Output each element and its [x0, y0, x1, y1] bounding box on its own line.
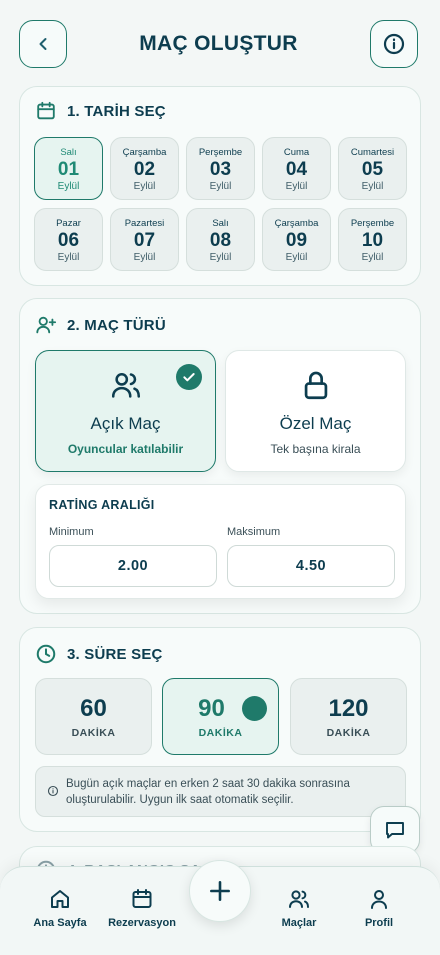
- date-month: Eylül: [209, 252, 232, 263]
- date-day-number: 01: [57, 159, 80, 180]
- date-day-name: Pazar: [56, 218, 81, 229]
- date-option-9[interactable]: Çarşamba 09 Eylül: [262, 208, 331, 271]
- nav-label: Maçlar: [281, 917, 317, 929]
- rating-max-label: Maksimum: [227, 526, 281, 538]
- nav-label: Ana Sayfa: [33, 917, 87, 929]
- date-option-10[interactable]: Perşembe 10 Eylül: [338, 208, 407, 271]
- duration-unit: DAKİKA: [71, 727, 116, 739]
- open-match-option[interactable]: Açık Maç Oyuncular katılabilir: [35, 350, 216, 472]
- duration-option-60[interactable]: 60 DAKİKA: [35, 678, 152, 755]
- date-option-5[interactable]: Cumartesi 05 Eylül: [338, 137, 407, 200]
- nav-home[interactable]: Ana Sayfa: [20, 887, 100, 929]
- duration-section-header: 3. SÜRE SEÇ: [35, 643, 163, 665]
- match-type-section-title: 2. MAÇ TÜRÜ: [67, 316, 166, 334]
- date-month: Eylül: [133, 252, 156, 263]
- date-day-number: 08: [209, 230, 232, 251]
- date-day-number: 06: [57, 230, 80, 251]
- date-section-title: 1. TARİH SEÇ: [67, 102, 166, 120]
- create-fab-button[interactable]: [189, 860, 251, 922]
- nav-label: Rezervasyon: [108, 917, 176, 929]
- date-month: Eylül: [285, 252, 308, 263]
- calendar-icon: [132, 889, 152, 908]
- date-day-name: Çarşamba: [122, 147, 167, 158]
- user-plus-icon: [36, 316, 57, 334]
- date-day-name: Perşembe: [198, 147, 243, 158]
- option-subtitle: Oyuncular katılabilir: [67, 442, 184, 456]
- date-option-8[interactable]: Salı 08 Eylül: [186, 208, 255, 271]
- duration-notice: Bugün açık maçlar en erken 2 saat 30 dak…: [35, 766, 406, 817]
- date-day-name: Salı: [212, 218, 229, 229]
- date-option-1[interactable]: Salı 01 Eylül: [34, 137, 103, 200]
- option-subtitle: Tek başına kirala: [270, 442, 361, 456]
- date-day-number: 10: [361, 230, 384, 251]
- date-option-7[interactable]: Pazartesi 07 Eylül: [110, 208, 179, 271]
- date-month: Eylül: [209, 181, 232, 192]
- duration-unit: DAKİKA: [326, 727, 371, 739]
- date-option-6[interactable]: Pazar 06 Eylül: [34, 208, 103, 271]
- info-icon: [383, 33, 405, 55]
- date-month: Eylül: [57, 181, 80, 192]
- nav-matches[interactable]: Maçlar: [259, 887, 339, 929]
- date-section: 1. TARİH SEÇ Salı 01 Eylül Çarşamba 02 E…: [19, 86, 421, 286]
- option-name: Açık Maç: [90, 414, 161, 433]
- date-day-name: Perşembe: [350, 218, 395, 229]
- date-month: Eylül: [361, 252, 384, 263]
- duration-section-title: 3. SÜRE SEÇ: [67, 645, 163, 663]
- chat-bubble-icon: [386, 822, 404, 839]
- home-icon: [51, 890, 69, 908]
- match-type-section: 2. MAÇ TÜRÜ Açık Maç Oyuncular katılabil…: [19, 298, 421, 614]
- date-day-name: Cumartesi: [350, 147, 395, 158]
- selected-dot-icon: [242, 696, 267, 721]
- page-title: MAÇ OLUŞTUR: [139, 32, 298, 55]
- rating-min-input[interactable]: 2.00: [49, 545, 217, 587]
- nav-label: Profil: [364, 917, 394, 929]
- date-day-number: 05: [361, 159, 384, 180]
- rating-min-label: Minimum: [49, 526, 94, 538]
- duration-value: 60: [80, 695, 107, 722]
- date-month: Eylül: [361, 181, 384, 192]
- date-day-name: Cuma: [283, 147, 310, 158]
- duration-unit: DAKİKA: [198, 727, 243, 739]
- plus-icon: [210, 881, 230, 901]
- date-day-number: 02: [133, 159, 156, 180]
- notice-text: Bugün açık maçlar en erken 2 saat 30 dak…: [66, 778, 350, 806]
- clock-icon: [36, 644, 56, 664]
- date-option-2[interactable]: Çarşamba 02 Eylül: [110, 137, 179, 200]
- private-match-option[interactable]: Özel Maç Tek başına kirala: [225, 350, 406, 472]
- date-month: Eylül: [285, 181, 308, 192]
- date-day-name: Pazartesi: [124, 218, 165, 229]
- info-button[interactable]: [370, 20, 418, 68]
- duration-option-120[interactable]: 120 DAKİKA: [290, 678, 407, 755]
- rating-max-input[interactable]: 4.50: [227, 545, 395, 587]
- nav-profile[interactable]: Profil: [339, 887, 419, 929]
- date-day-name: Salı: [60, 147, 77, 158]
- rating-range-title: RATİNG ARALIĞI: [49, 498, 155, 512]
- users-icon: [111, 372, 140, 398]
- info-icon: [47, 785, 59, 797]
- calendar-icon: [37, 101, 55, 120]
- date-day-number: 04: [285, 159, 308, 180]
- user-icon: [371, 890, 387, 909]
- duration-option-90[interactable]: 90 DAKİKA: [162, 678, 279, 755]
- date-day-number: 07: [133, 230, 156, 251]
- match-type-section-header: 2. MAÇ TÜRÜ: [35, 314, 166, 336]
- date-day-number: 03: [209, 159, 232, 180]
- date-day-name: Çarşamba: [274, 218, 319, 229]
- date-day-number: 09: [285, 230, 308, 251]
- duration-value: 120: [328, 695, 369, 722]
- date-section-header: 1. TARİH SEÇ: [35, 100, 166, 122]
- header: MAÇ OLUŞTUR: [19, 20, 418, 68]
- date-option-3[interactable]: Perşembe 03 Eylül: [186, 137, 255, 200]
- duration-section: 3. SÜRE SEÇ 60 DAKİKA 90 DAKİKA 120 DAKİ…: [19, 627, 421, 832]
- option-name: Özel Maç: [279, 414, 352, 433]
- users-icon: [289, 890, 309, 908]
- date-month: Eylül: [57, 252, 80, 263]
- date-month: Eylül: [133, 181, 156, 192]
- nav-reservation[interactable]: Rezervasyon: [102, 887, 182, 929]
- date-option-4[interactable]: Cuma 04 Eylül: [262, 137, 331, 200]
- rating-range-panel: RATİNG ARALIĞI Minimum Maksimum 2.00 4.5…: [35, 484, 406, 599]
- lock-icon: [304, 371, 327, 400]
